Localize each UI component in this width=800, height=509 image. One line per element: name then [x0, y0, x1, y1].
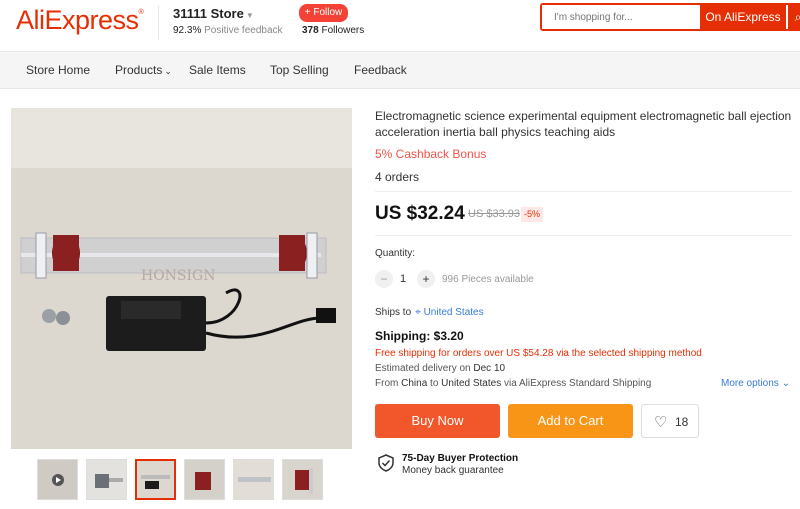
nav-top-selling[interactable]: Top Selling: [270, 63, 329, 77]
divider: [375, 191, 792, 192]
product-photo: HONSIGN: [11, 108, 352, 449]
quantity-increase-button[interactable]: +: [417, 270, 435, 288]
nav-products[interactable]: Products ⌄: [115, 63, 172, 77]
cashback-badge: 5% Cashback Bonus: [375, 147, 487, 161]
header-divider: [158, 6, 159, 40]
product-title: Electromagnetic science experimental equ…: [375, 109, 792, 139]
search-input[interactable]: [542, 5, 700, 29]
ships-to-country[interactable]: United States: [424, 307, 484, 318]
shield-check-icon: [377, 454, 395, 477]
original-price: US $33.93: [468, 208, 520, 220]
current-price: US $32.24: [375, 203, 465, 224]
chevron-down-icon: ⌄: [164, 66, 172, 76]
nav-feedback[interactable]: Feedback: [354, 63, 407, 77]
buyer-protection-title: 75-Day Buyer Protection: [402, 453, 519, 464]
thumbnail-3[interactable]: [135, 459, 176, 500]
quantity-label: Quantity:: [375, 248, 416, 259]
buyer-protection-subtitle: Money back guarantee: [402, 465, 504, 476]
thumbnail-5[interactable]: [233, 459, 274, 500]
thumbnail-1[interactable]: [37, 459, 78, 500]
store-name[interactable]: 31111 Store ▼: [173, 6, 254, 21]
buy-now-button[interactable]: Buy Now: [375, 404, 500, 438]
thumbnail-2[interactable]: [86, 459, 127, 500]
search-bar: On AliExpress ⌕: [540, 3, 800, 31]
chevron-down-icon: ⌄: [781, 378, 790, 389]
estimated-delivery: Estimated delivery on Dec 10: [375, 363, 506, 374]
nav-store-home[interactable]: Store Home: [26, 63, 90, 77]
quantity-value[interactable]: 1: [400, 273, 406, 285]
followers-count: 378 Followers: [302, 25, 365, 36]
discount-badge: -5%: [521, 207, 544, 222]
thumbnail-6[interactable]: [282, 459, 323, 500]
search-scope-button[interactable]: On AliExpress: [700, 3, 786, 31]
wishlist-count: 18: [675, 415, 689, 429]
shipping-route: From China to United States via AliExpre…: [375, 378, 652, 389]
photo-watermark: HONSIGN: [141, 268, 216, 284]
more-options-link[interactable]: More options ⌄: [721, 378, 790, 389]
chevron-down-icon: ▼: [245, 11, 254, 20]
aliexpress-logo[interactable]: AliExpress®: [16, 5, 144, 36]
store-nav: Store Home Products ⌄ Sale Items Top Sell…: [0, 52, 800, 89]
free-shipping-note: Free shipping for orders over US $54.28 …: [375, 348, 702, 359]
store-feedback: 92.3% Positive feedback: [173, 25, 283, 36]
wishlist-button[interactable]: ♡ 18: [641, 404, 699, 438]
ships-to: Ships to ⌖ United States: [375, 307, 484, 318]
divider: [375, 235, 792, 236]
add-to-cart-button[interactable]: Add to Cart: [508, 404, 633, 438]
search-icon[interactable]: ⌕: [788, 3, 800, 31]
thumbnail-4[interactable]: [184, 459, 225, 500]
stock-available: 996 Pieces available: [442, 274, 534, 285]
shipping-cost: Shipping: $3.20: [375, 329, 464, 343]
heart-icon: ♡: [654, 414, 668, 431]
nav-sale-items[interactable]: Sale Items: [189, 63, 246, 77]
product-main-image[interactable]: HONSIGN: [11, 108, 352, 449]
follow-button[interactable]: + Follow: [299, 4, 348, 22]
store-header: AliExpress® 31111 Store ▼ 92.3% Positive …: [0, 0, 800, 52]
location-pin-icon: ⌖: [415, 307, 421, 318]
quantity-decrease-button[interactable]: −: [375, 270, 393, 288]
orders-count: 4 orders: [375, 170, 420, 184]
